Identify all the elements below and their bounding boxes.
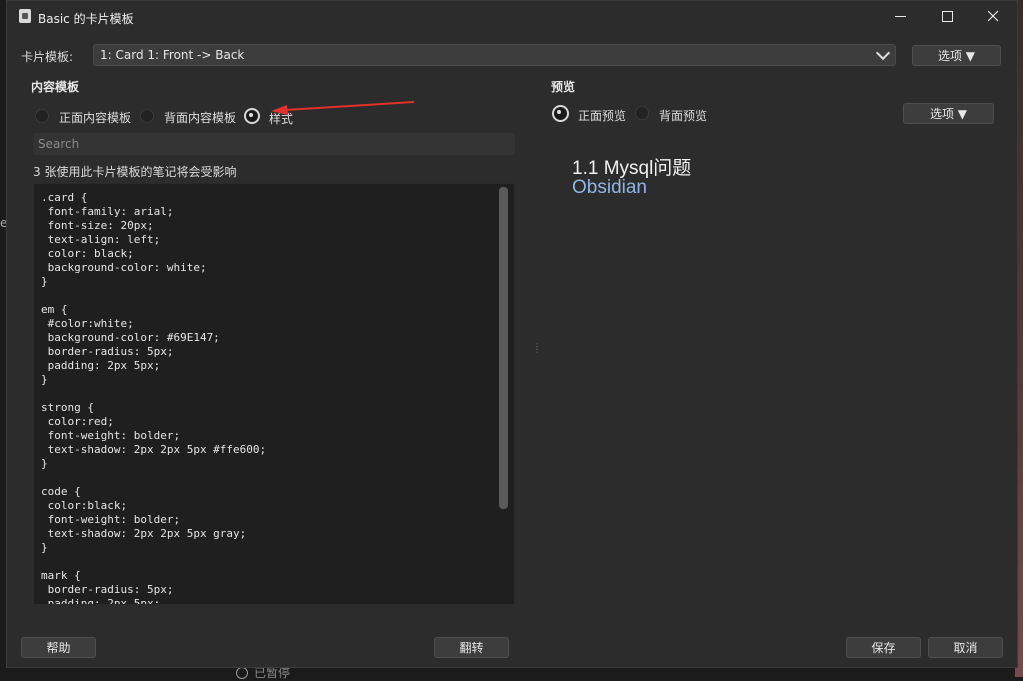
card-template-value: 1: Card 1: Front -> Back [100, 48, 245, 62]
radio-styling[interactable] [244, 108, 260, 124]
close-icon [987, 10, 999, 22]
preview-answer: Obsidian [572, 177, 647, 198]
radio-front-preview-label[interactable]: 正面预览 [578, 107, 626, 124]
radio-front-template[interactable] [35, 109, 49, 123]
top-options-button[interactable]: 选项 ▼ [912, 45, 1001, 66]
radio-back-preview[interactable] [635, 106, 649, 120]
card-template-dialog: Basic 的卡片模板 卡片模板: 1: Card 1: Front -> Ba… [6, 0, 1018, 668]
radio-back-preview-label[interactable]: 背面预览 [659, 107, 707, 124]
cancel-button[interactable]: 取消 [928, 637, 1003, 658]
save-button[interactable]: 保存 [846, 637, 921, 658]
app-icon [19, 9, 31, 23]
radio-back-template[interactable] [140, 109, 154, 123]
radio-back-template-label[interactable]: 背面内容模板 [164, 109, 236, 126]
content-template-heading: 内容模板 [31, 80, 80, 94]
chevron-down-icon [875, 45, 891, 61]
close-button[interactable] [970, 1, 1016, 31]
editor-content: .card { font-family: arial; font-size: 2… [41, 191, 267, 605]
preview-question: 1.1 Mysql问题 [572, 158, 692, 179]
help-button[interactable]: 帮助 [21, 637, 96, 658]
search-placeholder: Search [38, 137, 80, 151]
maximize-icon [941, 10, 953, 22]
title-bar: Basic 的卡片模板 [7, 1, 1017, 33]
flip-button[interactable]: 翻转 [434, 637, 509, 658]
minimize-button[interactable] [877, 1, 923, 31]
card-template-label: 卡片模板: [21, 50, 74, 64]
editor-scrollbar[interactable] [499, 187, 508, 509]
preview-heading: 预览 [551, 80, 576, 94]
annotation-arrow-icon [271, 101, 415, 115]
splitter-handle[interactable]: ⋮ ⋮ [533, 343, 541, 354]
search-input[interactable]: Search [33, 133, 515, 155]
minimize-icon [894, 15, 906, 17]
affected-notes-text: 3 张使用此卡片模板的笔记将会受影响 [33, 165, 237, 179]
template-code-editor[interactable]: .card { font-family: arial; font-size: 2… [33, 183, 515, 605]
preview-options-button[interactable]: 选项 ▼ [903, 103, 994, 124]
maximize-button[interactable] [924, 1, 970, 31]
card-template-select[interactable]: 1: Card 1: Front -> Back [93, 44, 896, 66]
window-title: Basic 的卡片模板 [38, 12, 134, 26]
radio-front-template-label[interactable]: 正面内容模板 [59, 109, 131, 126]
radio-front-preview[interactable] [552, 105, 569, 122]
